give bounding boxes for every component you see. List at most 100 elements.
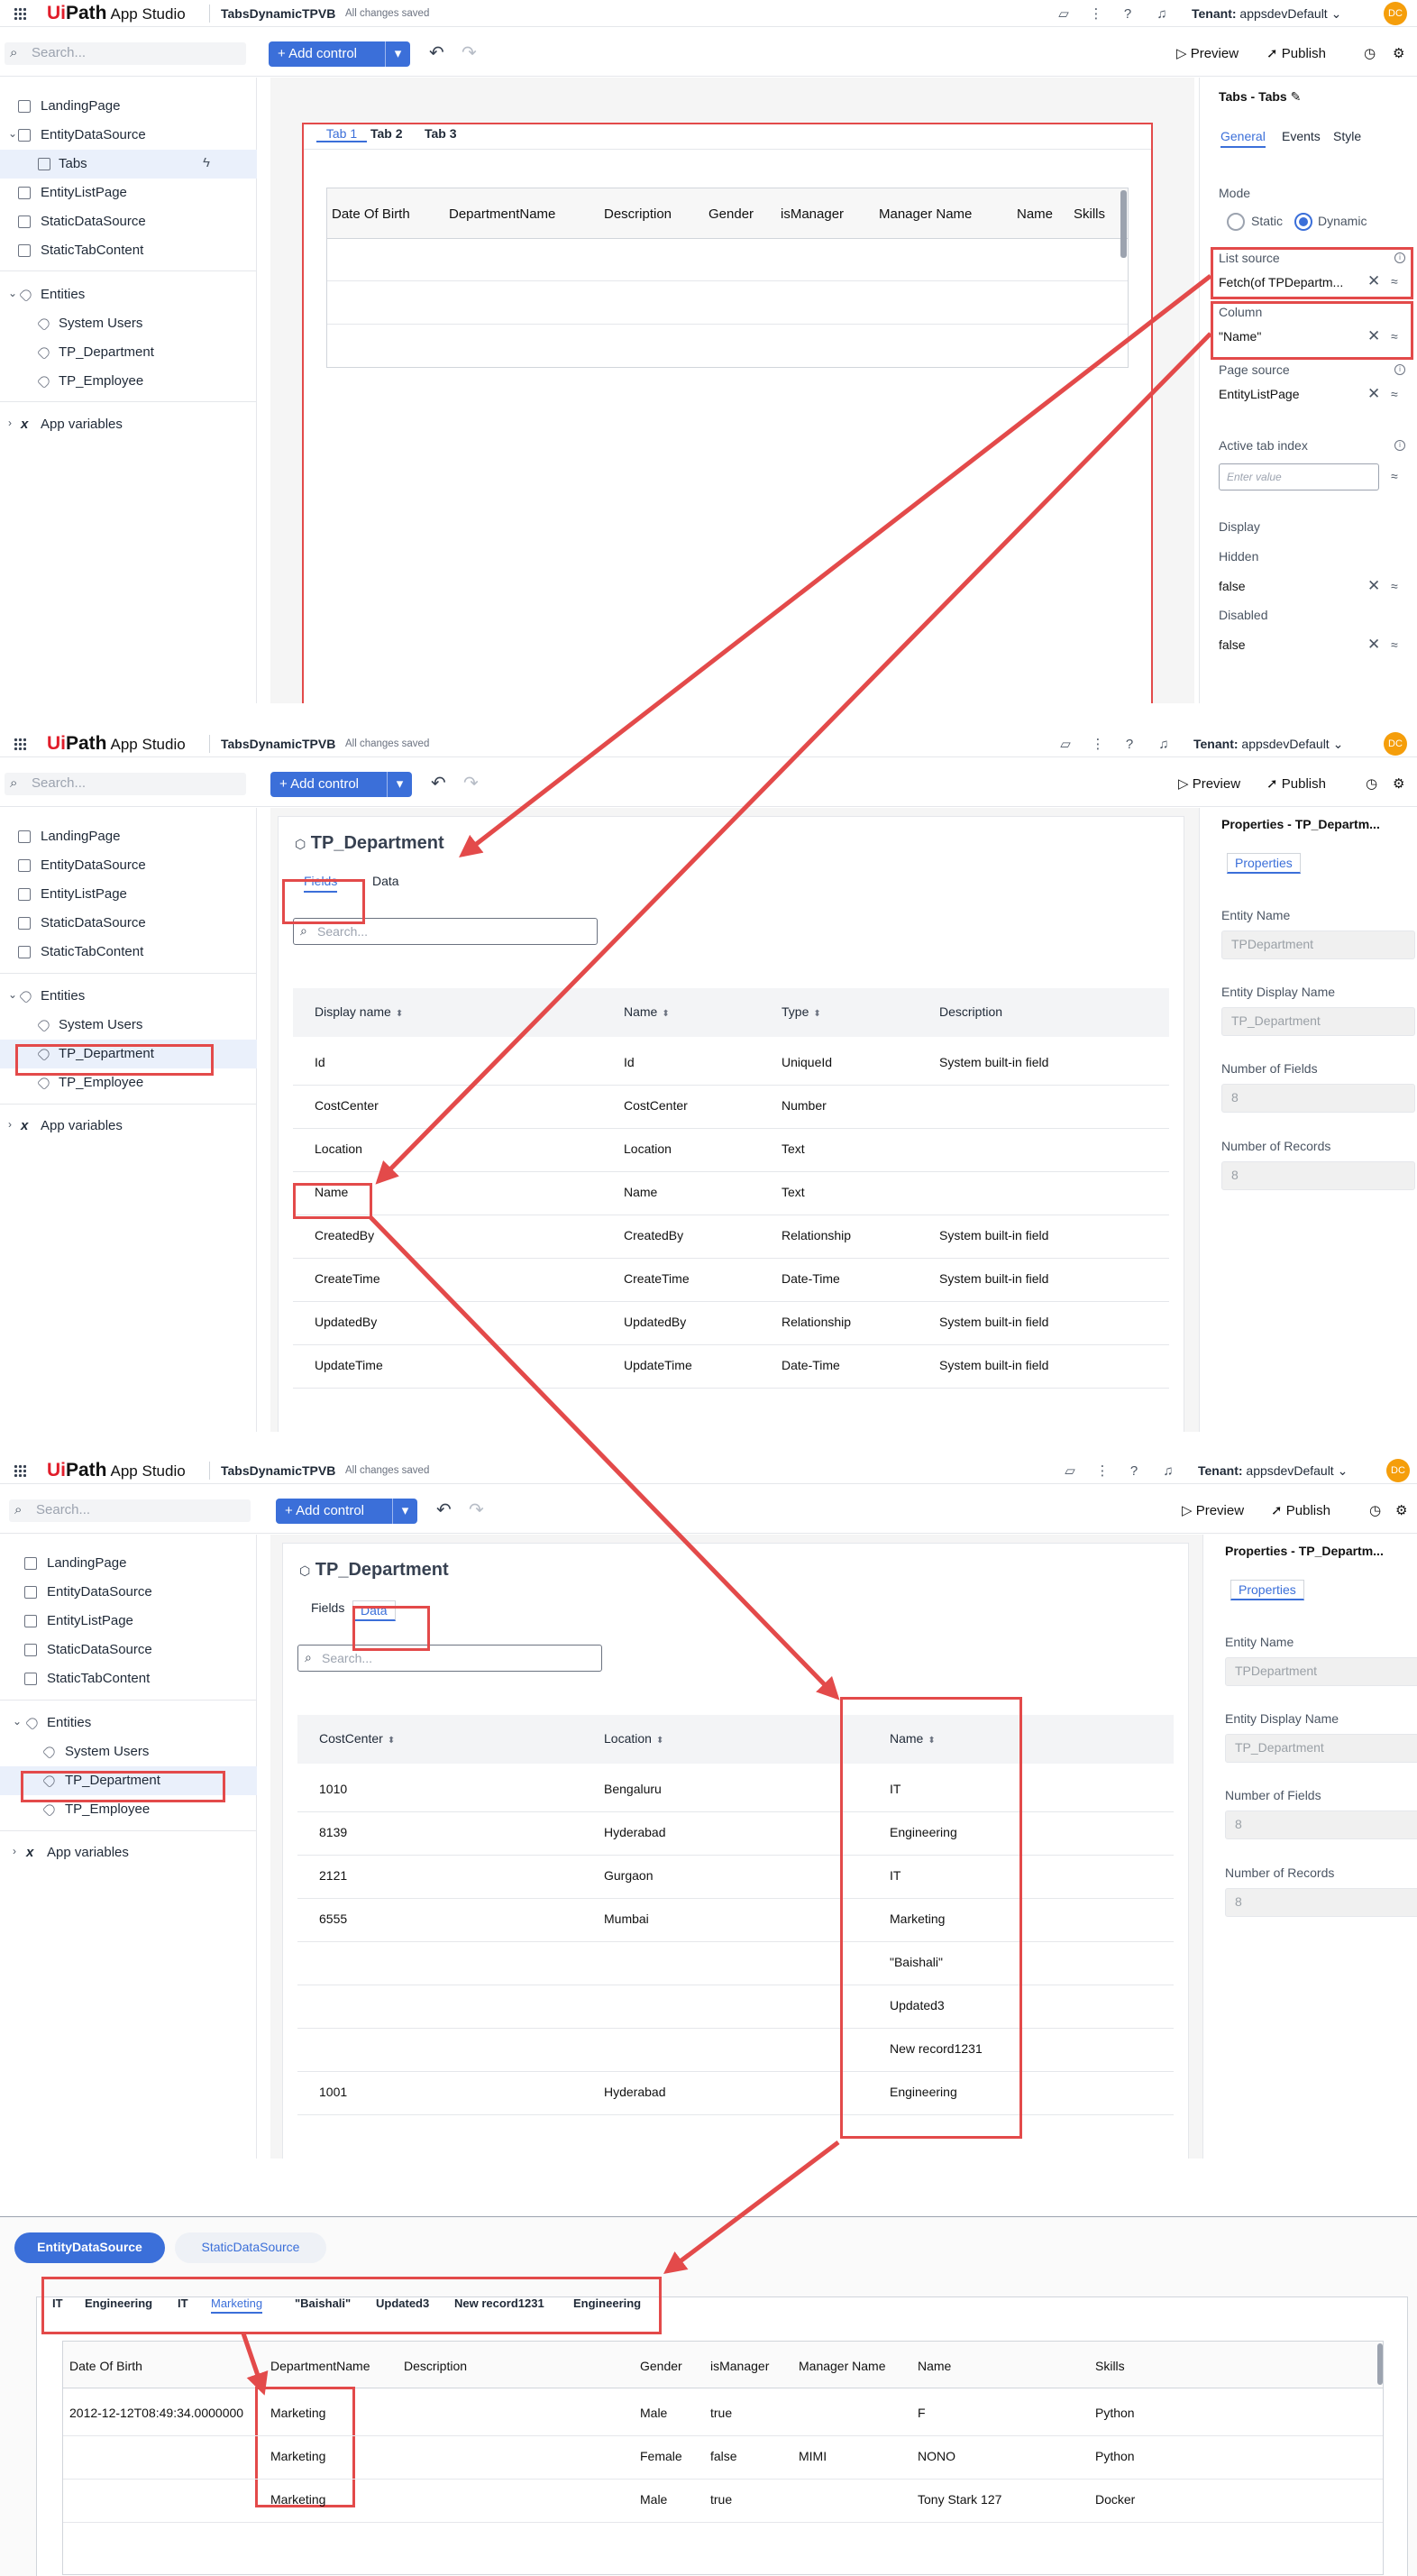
search-input[interactable]: ⌕ Search... [9,1499,251,1522]
clear-icon[interactable]: ✕ [1367,272,1380,290]
sidebar-item-statictabcontent[interactable]: StaticTabContent [0,938,257,967]
active-tab-input[interactable]: Enter value [1219,463,1379,490]
tabs-control[interactable]: Tab 1 Tab 2 Tab 3 Date Of Birth Departme… [302,123,1153,703]
gear-icon[interactable]: ⚙ [1393,45,1404,61]
avatar[interactable]: DC [1384,732,1407,756]
avatar[interactable]: DC [1386,1459,1410,1482]
sidebar-item-system-users[interactable]: System Users [0,1737,257,1766]
notifications-icon[interactable]: ♫ [1159,1462,1177,1480]
source-tab-staticdatasource[interactable]: StaticDataSource [175,2232,326,2263]
tab-2[interactable]: Tab 2 [370,126,403,141]
chevron-right-icon[interactable]: › [8,1118,12,1131]
sidebar-item-tp-employee[interactable]: TP_Employee [0,367,257,396]
data-search-input[interactable]: ⌕ Search... [297,1645,602,1672]
tab-fields[interactable]: Fields [311,1600,344,1615]
undo-icon[interactable]: ↶ [431,772,446,794]
sidebar-item-tp-employee[interactable]: TP_Employee [0,1795,257,1824]
expression-icon[interactable]: ≈ [1391,637,1398,652]
undo-icon[interactable]: ↶ [429,41,444,64]
help-icon[interactable]: ? [1119,5,1137,23]
sidebar-item-entitydatasource[interactable]: EntityDataSource [0,1578,257,1607]
history-icon[interactable]: ◷ [1369,1502,1381,1518]
tenant-selector[interactable]: Tenant: appsdevDefault ⌄ [1198,1463,1348,1479]
add-control-button[interactable]: + Add control ▾ [276,1499,417,1524]
radio-dynamic[interactable] [1294,213,1312,231]
sidebar-item-tp-department[interactable]: TP_Department [0,1040,257,1068]
chevron-right-icon[interactable]: › [8,417,12,429]
scrollbar[interactable] [1377,2343,1383,2385]
disabled-value[interactable]: false [1219,637,1246,652]
tab-events[interactable]: Events [1282,129,1321,143]
apps-grid-icon[interactable] [14,1464,26,1477]
tab-properties[interactable]: Properties [1230,1580,1304,1600]
sidebar-item-landingpage[interactable]: LandingPage [0,1549,257,1578]
column-header-type[interactable]: Type ⬍ [782,1004,821,1019]
add-control-button[interactable]: + Add control ▾ [270,772,412,797]
sidebar-entities-header[interactable]: ⌄ Entities [0,1709,257,1737]
sidebar-entities-header[interactable]: ⌄ Entities [0,280,257,309]
tab-fields[interactable]: Fields [304,874,338,893]
publish-button[interactable]: ➚ Publish [1266,45,1326,61]
apps-grid-icon[interactable] [14,7,26,20]
chevron-right-icon[interactable]: › [13,1845,16,1857]
help-icon[interactable]: ? [1125,1462,1143,1480]
more-icon[interactable]: ⋮ [1087,5,1105,23]
avatar[interactable]: DC [1384,2,1407,25]
column-value[interactable]: "Name" [1219,329,1261,344]
sidebar-item-landingpage[interactable]: LandingPage [0,92,257,121]
tab-general[interactable]: General [1220,129,1266,148]
sidebar-item-landingpage[interactable]: LandingPage [0,822,257,851]
chevron-down-icon[interactable]: ⌄ [8,127,17,140]
column-header-name[interactable]: Name ⬍ [624,1004,670,1019]
tab-3[interactable]: Tab 3 [425,126,457,141]
sidebar-app-variables[interactable]: › x App variables [0,410,257,439]
tab-properties[interactable]: Properties [1227,853,1301,874]
pencil-icon[interactable]: ✎ [1291,89,1302,104]
chevron-down-icon[interactable]: ▾ [392,1499,417,1524]
expression-icon[interactable]: ≈ [1391,469,1398,483]
preview-button[interactable]: ▷ Preview [1176,45,1239,61]
runtime-tab[interactable]: IT [178,2296,188,2310]
runtime-tab[interactable]: Engineering [85,2296,152,2310]
runtime-tab[interactable]: Updated3 [376,2296,429,2310]
notifications-icon[interactable]: ♫ [1155,735,1173,753]
runtime-tab[interactable]: IT [52,2296,63,2310]
history-icon[interactable]: ◷ [1364,45,1376,61]
tenant-selector[interactable]: Tenant: appsdevDefault ⌄ [1193,737,1343,752]
feedback-icon[interactable]: ▱ [1056,735,1074,753]
sidebar-item-tp-employee[interactable]: TP_Employee [0,1068,257,1097]
expression-icon[interactable]: ≈ [1391,579,1398,593]
redo-icon[interactable]: ↷ [462,41,477,64]
radio-static[interactable] [1227,213,1245,231]
tenant-selector[interactable]: Tenant: appsdevDefault ⌄ [1192,6,1341,22]
tab-style[interactable]: Style [1333,129,1361,143]
sidebar-item-entitylistpage[interactable]: EntityListPage [0,1607,257,1636]
gear-icon[interactable]: ⚙ [1395,1502,1407,1518]
sidebar-item-entitydatasource[interactable]: ⌄ EntityDataSource [0,121,257,150]
add-control-button[interactable]: + Add control ▾ [269,41,410,67]
sidebar-app-variables[interactable]: › x App variables [0,1112,257,1141]
undo-icon[interactable]: ↶ [436,1499,452,1521]
column-header-location[interactable]: Location ⬍ [604,1731,663,1746]
expression-icon[interactable]: ≈ [1391,274,1398,289]
search-input[interactable]: ⌕ Search... [5,773,246,795]
chevron-down-icon[interactable]: ⌄ [13,1715,22,1728]
column-header-costcenter[interactable]: CostCenter ⬍ [319,1731,395,1746]
page-source-value[interactable]: EntityListPage [1219,387,1300,401]
gear-icon[interactable]: ⚙ [1393,775,1404,792]
clear-icon[interactable]: ✕ [1367,327,1380,345]
more-icon[interactable]: ⋮ [1093,1462,1111,1480]
expression-icon[interactable]: ≈ [1391,329,1398,344]
publish-button[interactable]: ➚ Publish [1271,1502,1330,1518]
sidebar-item-system-users[interactable]: System Users [0,309,257,338]
sidebar-app-variables[interactable]: › x App variables [0,1838,257,1867]
tab-1[interactable]: Tab 1 [316,126,367,142]
sidebar-item-staticdatasource[interactable]: StaticDataSource [0,1636,257,1664]
chevron-down-icon[interactable]: ▾ [387,772,412,797]
runtime-tab[interactable]: Engineering [573,2296,641,2310]
more-icon[interactable]: ⋮ [1089,735,1107,753]
feedback-icon[interactable]: ▱ [1055,5,1073,23]
column-header-display-name[interactable]: Display name ⬍ [315,1004,403,1019]
apps-grid-icon[interactable] [14,738,26,750]
tab-data[interactable]: Data [352,1600,396,1621]
